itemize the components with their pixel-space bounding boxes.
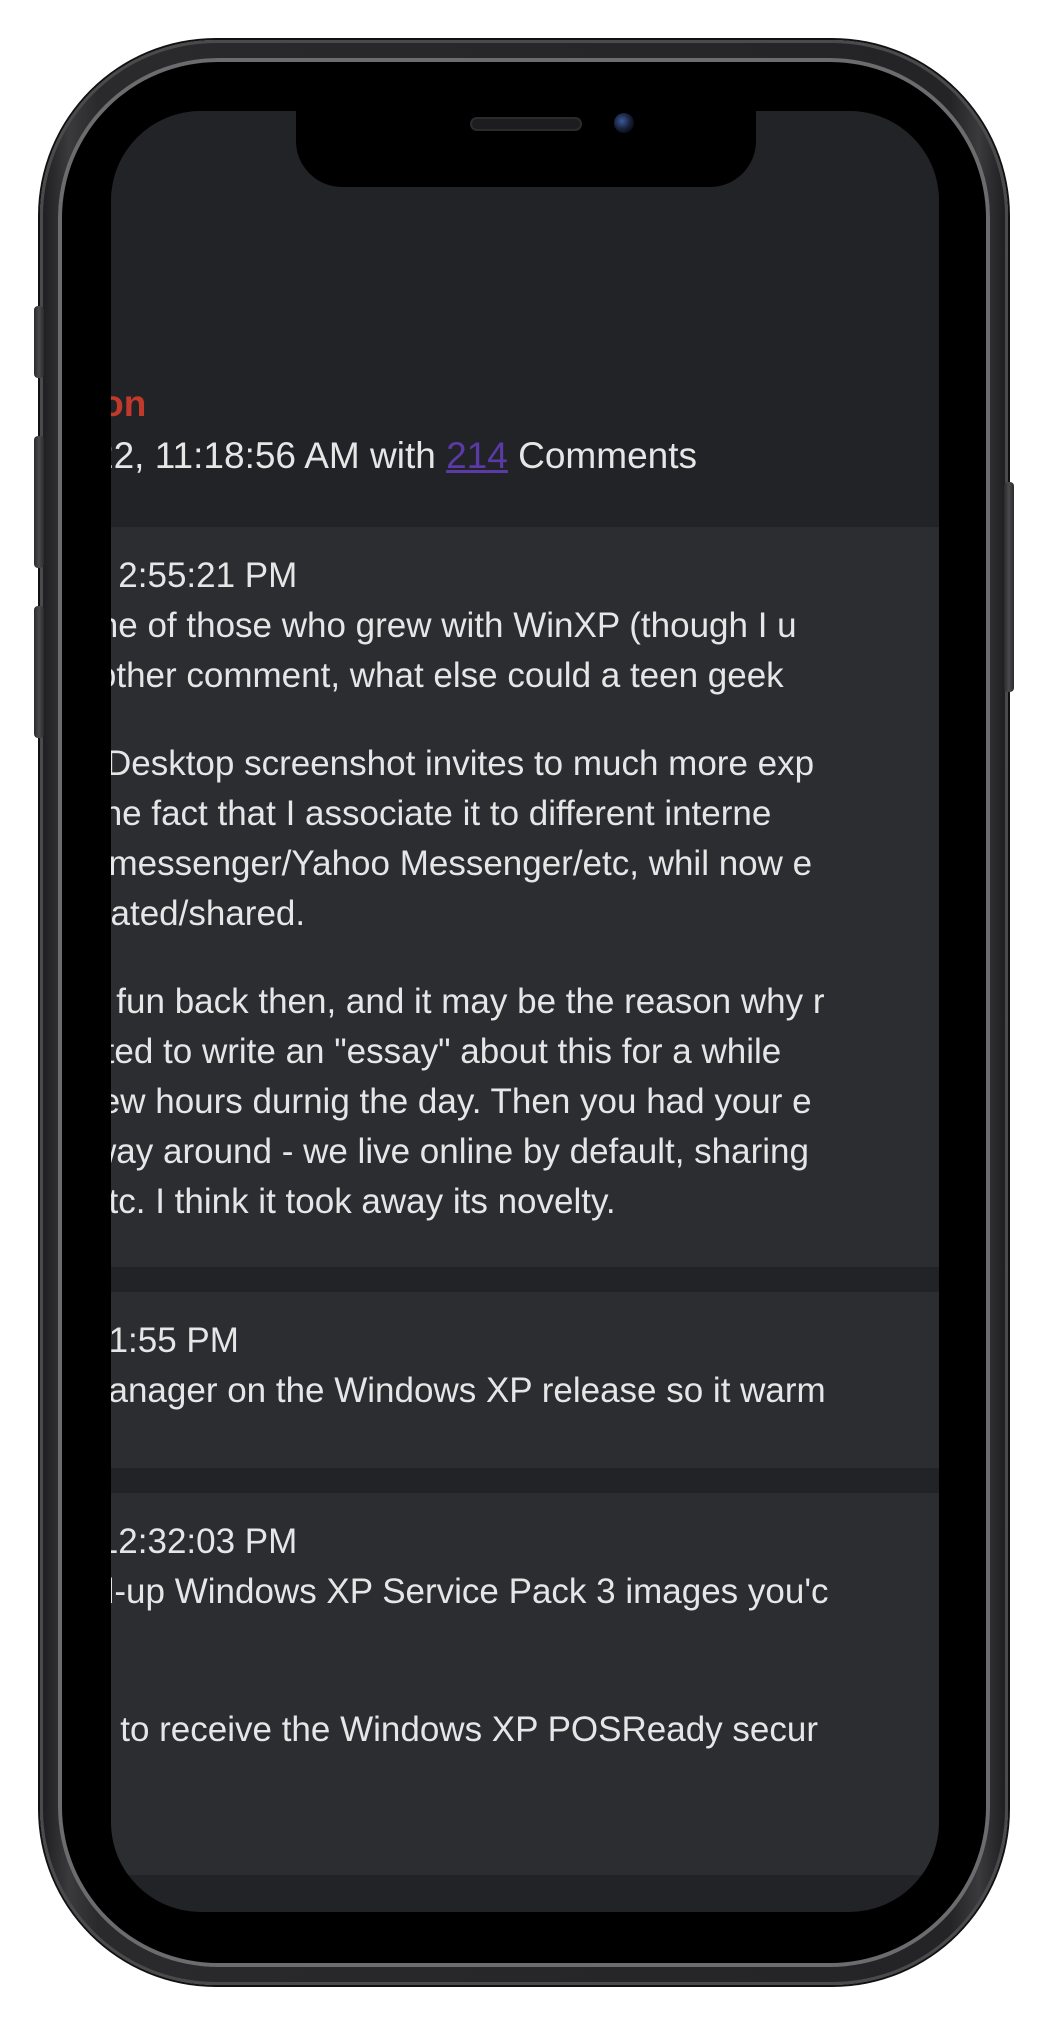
comment-date: 2022, 2:55:21 PM xyxy=(111,556,298,595)
comment-paragraph: gured to receive the Windows XP POSReady… xyxy=(111,1705,939,1755)
volume-up-button xyxy=(34,436,44,568)
story-meta-suffix: Comments xyxy=(507,435,697,476)
comment-line: or a few hours durnig the day. Then you … xyxy=(111,1082,812,1121)
power-button xyxy=(1004,482,1014,692)
comment-line: a XP Desktop screenshot invites to much … xyxy=(111,744,815,783)
comment-line: um, etc. I think it took away its novelt… xyxy=(111,1182,616,1221)
volume-down-button xyxy=(34,606,44,738)
comment-paragraph: a XP Desktop screenshot invites to much … xyxy=(111,739,939,939)
story-title[interactable]: Edition xyxy=(111,383,146,425)
comment-date: 022, 12:32:03 PM xyxy=(111,1522,298,1561)
comment-line: gured to receive the Windows XP POSReady… xyxy=(111,1710,818,1749)
comment-paragraph: much fun back then, and it may be the re… xyxy=(111,977,939,1227)
mute-switch xyxy=(34,306,44,378)
comment-line: much fun back then, and it may be the re… xyxy=(111,982,825,1021)
comment: 2, 1:31:55 PM am manager on the Windows … xyxy=(111,1292,939,1468)
story-meta: 1/2022, 11:18:56 AM with 214 Comments xyxy=(111,435,697,477)
comment-line: ther way around - we live online by defa… xyxy=(111,1132,809,1171)
comment-paragraph: acked-up Windows XP Service Pack 3 image… xyxy=(111,1567,939,1617)
comment-line: with the fact that I associate it to dif… xyxy=(111,794,772,833)
camera-icon xyxy=(614,113,634,133)
comment-count-link[interactable]: 214 xyxy=(446,435,508,476)
comment-line: I wanted to write an "essay" about this … xyxy=(111,1032,782,1071)
comment-line: MSN messenger/Yahoo Messenger/etc, whil … xyxy=(111,844,813,883)
screen: Edition 1/2022, 11:18:56 AM with 214 Com… xyxy=(111,111,939,1912)
comment-line: generated/shared. xyxy=(111,894,306,933)
comment-line: am one of those who grew with WinXP (tho… xyxy=(111,606,797,645)
story-meta-prefix: 1/2022, 11:18:56 AM with xyxy=(111,435,436,476)
notch xyxy=(296,111,756,187)
speaker-grille xyxy=(470,117,582,131)
comment-paragraph: am one of those who grew with WinXP (tho… xyxy=(111,601,939,701)
page-content: Edition 1/2022, 11:18:56 AM with 214 Com… xyxy=(111,111,939,1900)
comment-line: acked-up Windows XP Service Pack 3 image… xyxy=(111,1572,829,1611)
story-title-text[interactable]: Edition xyxy=(111,383,146,424)
comment: 022, 12:32:03 PM acked-up Windows XP Ser… xyxy=(111,1493,939,1875)
comment-line: in another comment, what else could a te… xyxy=(111,656,784,695)
comment-line: am manager on the Windows XP release so … xyxy=(111,1371,826,1410)
comment-date: 2, 1:31:55 PM xyxy=(111,1321,239,1360)
comment: 2022, 2:55:21 PM am one of those who gre… xyxy=(111,527,939,1267)
comment-paragraph: am manager on the Windows XP release so … xyxy=(111,1366,939,1416)
